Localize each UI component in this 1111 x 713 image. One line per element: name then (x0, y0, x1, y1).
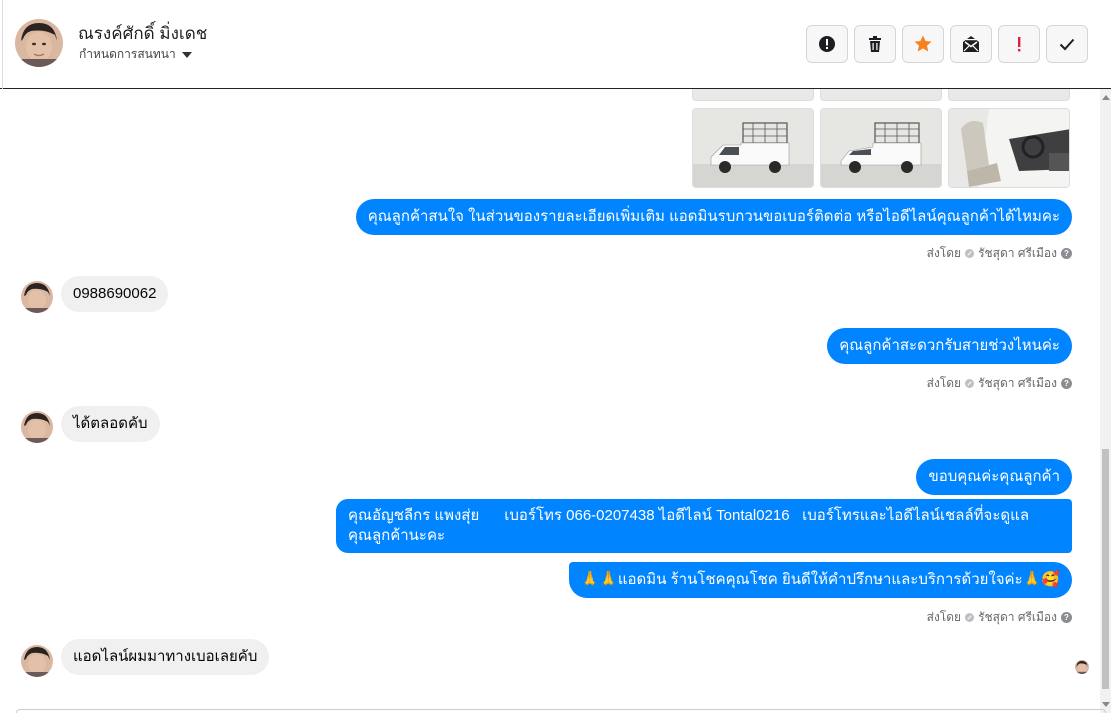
sent-by-label: ส่งโดย (926, 376, 962, 390)
alert-circle-icon (819, 36, 835, 52)
mark-spam-button[interactable] (806, 25, 848, 63)
scroll-up-arrow-icon[interactable] (1102, 95, 1110, 100)
help-icon[interactable]: ? (1061, 612, 1072, 623)
envelope-icon (963, 36, 979, 52)
incoming-message[interactable]: ได้ตลอดคับ (61, 406, 160, 442)
caret-down-icon (181, 51, 192, 58)
exclamation-icon (1018, 37, 1021, 52)
outgoing-message[interactable]: คุณลูกค้าสนใจ ในส่วนของรายละเอียดเพิ่มเต… (355, 199, 1072, 235)
header-actions (806, 25, 1088, 63)
shared-photo[interactable] (820, 89, 942, 101)
outgoing-message[interactable]: ขอบคุณค่ะคุณลูกค้า (916, 459, 1072, 495)
conversation-header: ณรงค์ศักดิ์ มิ่งเดช กำหนดการสนทนา (0, 0, 1111, 89)
message-thread[interactable]: คุณลูกค้าสนใจ ในส่วนของรายละเอียดเพิ่มเต… (0, 89, 1100, 709)
follow-up-button[interactable] (998, 25, 1040, 63)
star-button[interactable] (902, 25, 944, 63)
agent-status-icon (965, 249, 975, 258)
incoming-message[interactable]: 0988690062 (61, 276, 169, 312)
truck-photo[interactable] (820, 108, 942, 188)
outgoing-message[interactable]: 🙏🙏แอดมิน ร้านโชคคุณโชค ยินดีให้คำปรึกษาแ… (568, 562, 1072, 598)
sent-by-info: ส่งโดย รัชสุดา ศรีเมือง ? (927, 374, 1072, 393)
done-button[interactable] (1046, 25, 1088, 63)
message-composer[interactable] (16, 709, 1106, 713)
contact-avatar-small[interactable] (21, 411, 53, 443)
outgoing-message[interactable]: คุณลูกค้าสะดวกรับสายช่วงไหนค่ะ (827, 328, 1072, 364)
contact-name: ณรงค์ศักดิ์ มิ่งเดช (78, 24, 208, 43)
message-line: คุณอัญชลีกร แพงสุ่ย เบอร์โทร 066-0207438… (348, 507, 1030, 524)
message-line: คุณลูกค้านะคะ (348, 527, 446, 544)
scroll-down-arrow-icon[interactable] (1102, 702, 1110, 707)
shared-photo[interactable] (948, 89, 1070, 101)
incoming-message[interactable]: แอดไลน์ผมมาทางเบอเลยคับ (61, 639, 270, 675)
agent-status-icon (965, 379, 975, 388)
star-icon (914, 35, 932, 52)
assign-conversation-dropdown[interactable]: กำหนดการสนทนา (79, 45, 192, 64)
sent-by-agent: รัชสุดา ศรีเมือง (978, 610, 1057, 624)
interior-photo[interactable] (948, 108, 1070, 188)
outgoing-message[interactable]: คุณอัญชลีกร แพงสุ่ย เบอร์โทร 066-0207438… (336, 499, 1072, 553)
sent-by-info: ส่งโดย รัชสุดา ศรีเมือง ? (927, 608, 1072, 627)
contact-avatar-small[interactable] (21, 281, 53, 313)
truck-photo[interactable] (692, 108, 814, 188)
agent-status-icon (965, 613, 975, 622)
help-icon[interactable]: ? (1061, 378, 1072, 389)
contact-avatar[interactable] (15, 19, 63, 67)
contact-avatar-small[interactable] (21, 645, 53, 677)
scrollbar-thumb[interactable] (1102, 449, 1109, 689)
assign-label: กำหนดการสนทนา (79, 47, 176, 61)
sent-by-info: ส่งโดย รัชสุดา ศรีเมือง ? (927, 244, 1072, 263)
seen-receipt-avatar (1075, 660, 1089, 674)
trash-icon (869, 36, 881, 52)
mark-unread-button[interactable] (950, 25, 992, 63)
sent-by-agent: รัชสุดา ศรีเมือง (978, 246, 1057, 260)
sent-by-label: ส่งโดย (926, 610, 962, 624)
shared-photo[interactable] (692, 89, 814, 101)
check-icon (1059, 38, 1075, 51)
delete-button[interactable] (854, 25, 896, 63)
help-icon[interactable]: ? (1061, 248, 1072, 259)
sent-by-label: ส่งโดย (926, 246, 962, 260)
chat-scrollbar[interactable] (1100, 89, 1111, 713)
sent-by-agent: รัชสุดา ศรีเมือง (978, 376, 1057, 390)
